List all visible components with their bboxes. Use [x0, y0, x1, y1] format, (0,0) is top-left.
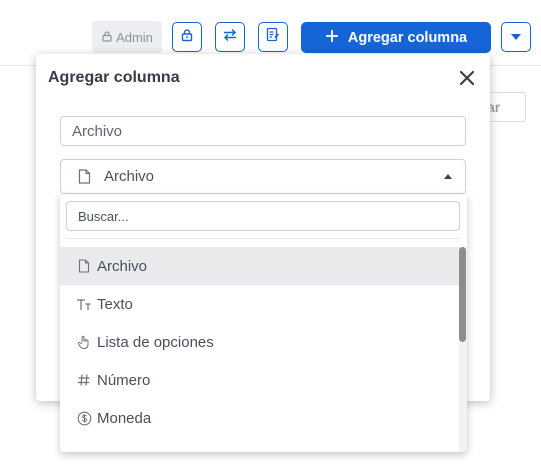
- dropdown-scrollbar[interactable]: [459, 247, 467, 452]
- dollar-circle-icon: [76, 410, 92, 426]
- column-type-dropdown: Archivo Texto Lista de opciones Número M…: [60, 194, 467, 452]
- dropdown-search-input[interactable]: [66, 201, 460, 231]
- option-label: Texto: [97, 295, 133, 313]
- option-label: Número: [97, 371, 151, 389]
- dropdown-divider: [66, 238, 460, 239]
- option-texto[interactable]: Texto: [60, 285, 460, 323]
- lock-icon: [101, 30, 113, 45]
- add-column-label: Agregar columna: [347, 29, 468, 46]
- lock-button[interactable]: [172, 22, 202, 52]
- file-icon: [78, 169, 91, 184]
- swap-button[interactable]: [215, 22, 245, 52]
- form-edit-icon: [266, 27, 280, 47]
- add-column-button[interactable]: Agregar columna: [301, 22, 491, 53]
- background-button[interactable]: ar: [484, 92, 526, 122]
- admin-label: Admin: [116, 29, 153, 45]
- column-type-value: Archivo: [104, 168, 155, 185]
- caret-up-icon: [444, 174, 452, 179]
- column-type-select[interactable]: Archivo: [60, 159, 466, 194]
- option-list: Archivo Texto Lista de opciones Número M…: [60, 247, 460, 437]
- scrollbar-thumb[interactable]: [459, 247, 466, 342]
- option-archivo[interactable]: Archivo: [60, 247, 460, 285]
- file-icon: [76, 258, 92, 274]
- caret-down-icon: [510, 28, 522, 46]
- hash-icon: [76, 372, 92, 388]
- option-numero[interactable]: Número: [60, 361, 460, 399]
- option-label: Archivo: [97, 257, 148, 275]
- more-options-button[interactable]: [501, 22, 531, 52]
- option-lista-de-opciones[interactable]: Lista de opciones: [60, 323, 460, 361]
- plus-icon: [325, 29, 339, 47]
- option-moneda[interactable]: Moneda: [60, 399, 460, 437]
- swap-arrows-icon: [222, 28, 238, 47]
- form-edit-button[interactable]: [258, 22, 288, 52]
- option-label: Moneda: [97, 409, 152, 427]
- hand-pointer-icon: [76, 334, 92, 350]
- close-icon[interactable]: [457, 68, 477, 88]
- admin-badge: Admin: [92, 21, 162, 53]
- text-type-icon: [76, 296, 92, 312]
- modal-title: Agregar columna: [48, 69, 180, 86]
- lock-icon: [180, 28, 194, 47]
- column-name-input[interactable]: [60, 116, 466, 146]
- option-label: Lista de opciones: [97, 333, 214, 351]
